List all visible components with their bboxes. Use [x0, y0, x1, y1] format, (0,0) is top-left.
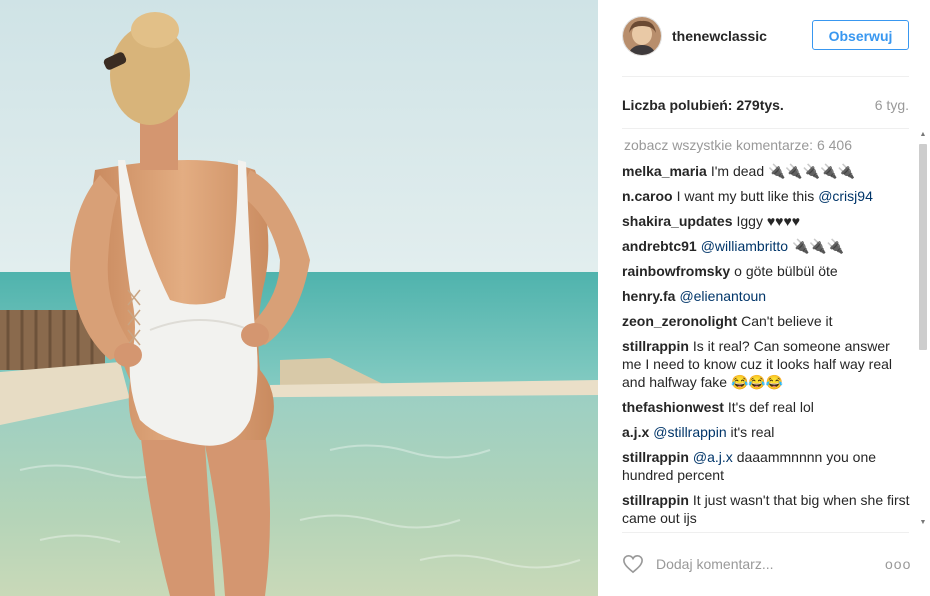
comment-item: stillrappin @a.j.x daaammnnnn you one hun…: [622, 448, 912, 484]
comment-text: o göte bülbül öte: [734, 263, 838, 279]
likes-count[interactable]: 279tys.: [736, 97, 783, 113]
comment-mention[interactable]: @crisj94: [818, 188, 873, 204]
comment-item: a.j.x @stillrappin it's real: [622, 423, 912, 441]
post-photo-image: [0, 0, 598, 596]
comment-input[interactable]: [656, 554, 886, 574]
comment-text: it's real: [730, 424, 775, 440]
post-header: thenewclassic Obserwuj: [622, 16, 909, 56]
comment-item: henry.fa @elienantoun: [622, 287, 912, 305]
comment-username[interactable]: henry.fa: [622, 288, 675, 304]
heart-icon[interactable]: [622, 554, 644, 574]
comment-username[interactable]: zeon_zeronolight: [622, 313, 737, 329]
comment-emoji: 🔌🔌🔌: [791, 238, 845, 254]
scroll-down-arrow-icon[interactable]: ▼: [918, 518, 928, 528]
comment-username[interactable]: a.j.x: [622, 424, 649, 440]
post-time[interactable]: 6 tyg.: [875, 97, 909, 113]
avatar-image: [623, 17, 661, 55]
comment-item: stillrappin It just wasn't that big when …: [622, 491, 912, 527]
comment-item: stillrappin Is it real? Can someone answe…: [622, 337, 912, 391]
comment-item: rainbowfromsky o göte bülbül öte: [622, 262, 912, 280]
author-username[interactable]: thenewclassic: [672, 28, 767, 44]
comment-username[interactable]: thefashionwest: [622, 399, 724, 415]
view-all-comments-link[interactable]: zobacz wszystkie komentarze: 6 406: [624, 136, 912, 154]
scrollbar-thumb[interactable]: [919, 144, 927, 350]
comment-item: melka_maria I'm dead 🔌🔌🔌🔌🔌: [622, 162, 912, 180]
comment-username[interactable]: n.caroo: [622, 188, 673, 204]
comment-text: Iggy ♥♥♥♥: [736, 213, 801, 229]
post-photo[interactable]: [0, 0, 598, 596]
post-footer: ooo: [622, 548, 910, 580]
comment-text: Can't believe it: [741, 313, 833, 329]
comment-username[interactable]: stillrappin: [622, 338, 689, 354]
author-avatar[interactable]: [622, 16, 662, 56]
comment-username[interactable]: shakira_updates: [622, 213, 733, 229]
comment-emoji: 🔌🔌🔌🔌🔌: [768, 163, 856, 179]
comments-divider: [622, 532, 909, 533]
comment-username[interactable]: stillrappin: [622, 492, 689, 508]
comment-text: It's def real lol: [727, 399, 814, 415]
comment-text: I'm dead: [710, 163, 765, 179]
comments-scrollbar[interactable]: ▲ ▼: [918, 130, 928, 528]
comments-list[interactable]: zobacz wszystkie komentarze: 6 406 melka…: [622, 136, 912, 528]
likes-divider: [622, 128, 909, 129]
comment-item: thefashionwest It's def real lol: [622, 398, 912, 416]
comment-username[interactable]: rainbowfromsky: [622, 263, 730, 279]
comment-text: I want my butt like this: [676, 188, 815, 204]
comment-mention[interactable]: @stillrappin: [653, 424, 726, 440]
likes-label: Liczba polubień:: [622, 97, 733, 113]
likes-row: Liczba polubień: 279tys. 6 tyg.: [622, 97, 909, 115]
comment-item: n.caroo I want my butt like this @crisj94: [622, 187, 912, 205]
comment-username[interactable]: melka_maria: [622, 163, 707, 179]
more-options-icon[interactable]: ooo: [885, 554, 910, 574]
scroll-up-arrow-icon[interactable]: ▲: [918, 130, 928, 140]
comment-mention[interactable]: @a.j.x: [693, 449, 733, 465]
comment-username[interactable]: stillrappin: [622, 449, 689, 465]
comment-username[interactable]: andrebtc91: [622, 238, 697, 254]
post-side-panel: thenewclassic Obserwuj Liczba polubień: …: [598, 0, 930, 596]
follow-button[interactable]: Obserwuj: [812, 20, 909, 50]
comment-mention[interactable]: @elienantoun: [679, 288, 766, 304]
comment-item: zeon_zeronolight Can't believe it: [622, 312, 912, 330]
header-divider: [622, 76, 909, 77]
comment-item: shakira_updates Iggy ♥♥♥♥: [622, 212, 912, 230]
comment-mention[interactable]: @williambritto: [701, 238, 788, 254]
comment-item: andrebtc91 @williambritto 🔌🔌🔌: [622, 237, 912, 255]
